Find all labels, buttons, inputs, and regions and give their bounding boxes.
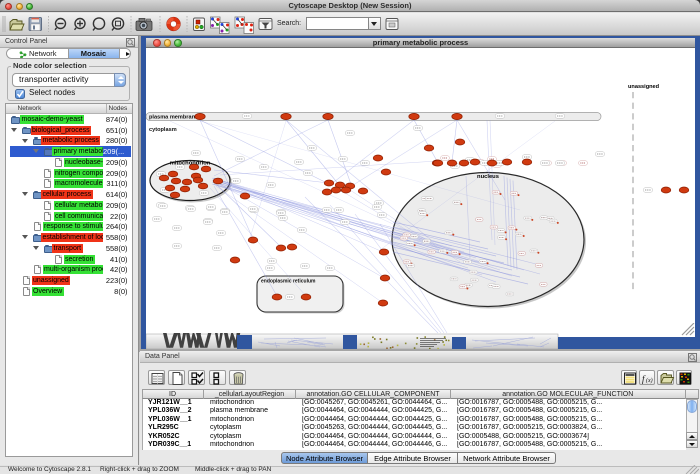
svg-text:cytoplasm: cytoplasm [149,127,177,133]
svg-text:unassigned: unassigned [628,84,660,90]
svg-text:plasma membrane: plasma membrane [149,115,198,121]
svg-text:(x): (x) [646,377,653,384]
svg-text:nucleus: nucleus [477,174,499,180]
svg-text:endoplasmic reticulum: endoplasmic reticulum [261,279,316,285]
